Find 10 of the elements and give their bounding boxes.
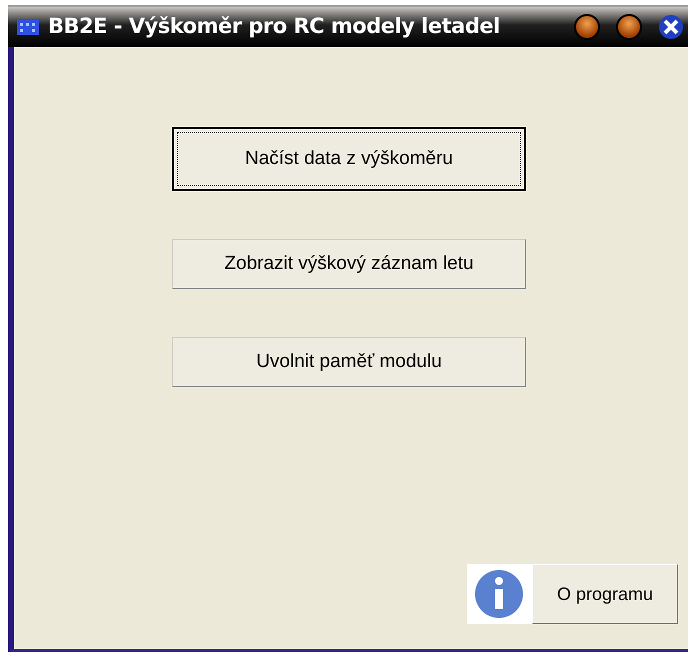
- app-icon: [16, 17, 40, 37]
- about-button[interactable]: O programu: [532, 564, 678, 624]
- minimize-button[interactable]: [574, 14, 600, 40]
- window-title: BB2E - Výškoměr pro RC modely letadel: [48, 13, 500, 40]
- action-button[interactable]: Uvolnit paměť modulu: [172, 337, 526, 387]
- info-icon: [467, 564, 532, 624]
- action-button[interactable]: Načíst data z výškoměru: [172, 127, 526, 191]
- maximize-button[interactable]: [616, 14, 642, 40]
- close-icon[interactable]: [658, 14, 684, 40]
- action-button[interactable]: Zobrazit výškový záznam letu: [172, 239, 526, 289]
